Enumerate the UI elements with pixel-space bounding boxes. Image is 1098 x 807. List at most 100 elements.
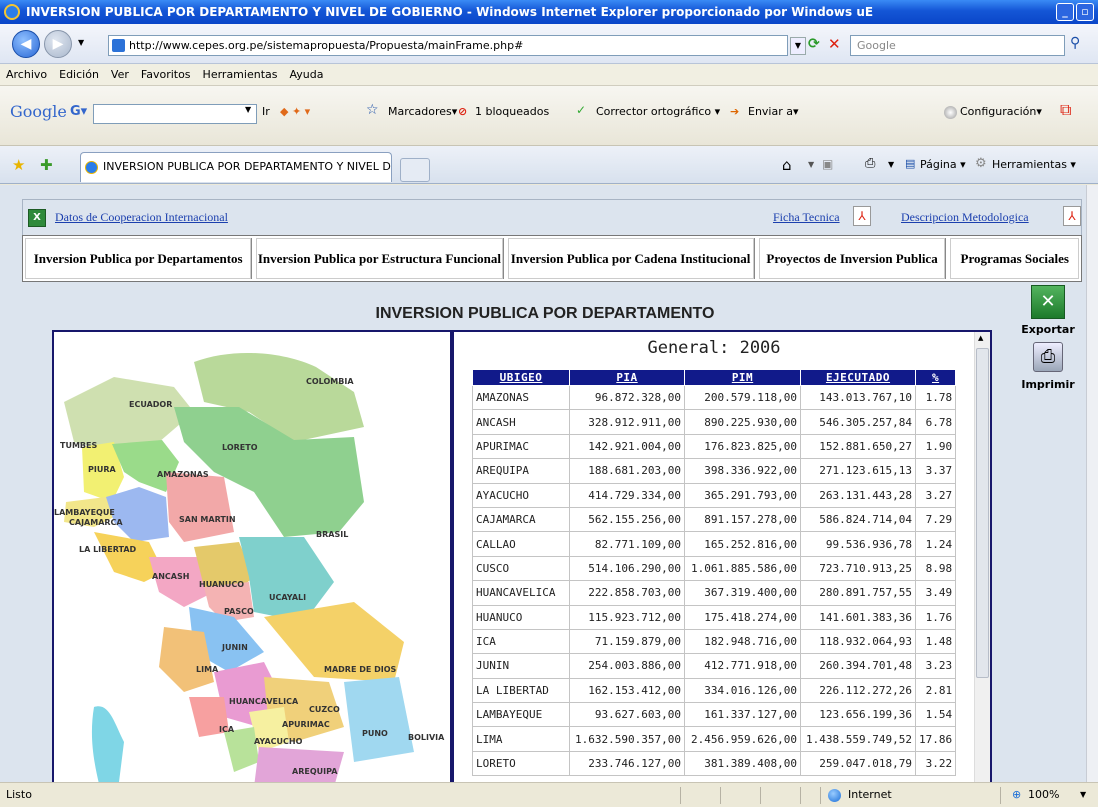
department-cell: HUANCAVELICA [472, 580, 570, 606]
descripcion-link[interactable]: Descripcion Metodologica [901, 210, 1029, 225]
value-cell: 381.389.408,00 [684, 750, 801, 777]
department-cell: AYACUCHO [472, 482, 570, 508]
scroll-thumb[interactable] [976, 348, 989, 678]
ficha-tecnica-link[interactable]: Ficha Tecnica [773, 210, 840, 225]
bookmarks-button[interactable]: Marcadores▾ [388, 105, 457, 118]
print-dropdown-icon[interactable]: ▼ [888, 160, 894, 169]
map-label-madre-de-dios: MADRE DE DIOS [324, 665, 397, 674]
value-cell: 118.932.064,93 [800, 628, 916, 655]
nav-tab-estructura-funcional[interactable]: Inversion Publica por Estructura Funcion… [256, 238, 504, 279]
window-title-bar: INVERSION PUBLICA POR DEPARTAMENTO Y NIV… [0, 0, 1098, 24]
tab-active[interactable]: INVERSION PUBLICA POR DEPARTAMENTO Y NIV… [80, 152, 392, 182]
zone-label: Internet [848, 788, 892, 801]
address-dropdown-icon[interactable]: ▼ [790, 37, 806, 55]
scroll-up-icon[interactable]: ▲ [978, 334, 983, 342]
back-button[interactable]: ◀ [12, 30, 40, 58]
zoom-dropdown-icon[interactable]: ▼ [1080, 783, 1086, 807]
history-dropdown-icon[interactable]: ▼ [78, 38, 84, 47]
value-cell: 562.155.256,00 [569, 506, 685, 533]
tab-label: INVERSION PUBLICA POR DEPARTAMENTO Y NIV… [103, 160, 392, 173]
menu-ayuda[interactable]: Ayuda [283, 64, 329, 86]
excel-export-icon[interactable]: ✕ [1031, 285, 1065, 319]
column-header[interactable]: EJECUTADO [800, 369, 916, 386]
menu-bar: Archivo Edición Ver Favoritos Herramientas Ay… [0, 64, 1098, 86]
popup-blocked-button[interactable]: 1 bloqueados [475, 105, 549, 118]
column-header[interactable]: PIA [569, 369, 685, 386]
pdf-toolbar-icon[interactable]: ⧉ [1060, 100, 1071, 120]
value-cell: 891.157.278,00 [684, 506, 801, 533]
map-label-lambayeque: LAMBAYEQUE [54, 508, 115, 517]
value-cell: 233.746.127,00 [569, 750, 685, 777]
department-cell: LIMA [472, 726, 570, 752]
printer-icon[interactable]: ⎙ [1033, 342, 1063, 372]
nav-tab-programas-sociales[interactable]: Programas Sociales [950, 238, 1079, 279]
map-label-tumbes: TUMBES [60, 441, 97, 450]
value-cell: 2.456.959.626,00 [684, 726, 801, 752]
settings-button[interactable]: Configuración▾ [960, 105, 1042, 118]
value-cell: 334.016.126,00 [684, 677, 801, 704]
export-label[interactable]: Exportar [1008, 323, 1088, 336]
cooperacion-link[interactable]: Datos de Cooperacion Internacional [55, 210, 228, 225]
value-cell: 142.921.004,00 [569, 433, 685, 460]
search-input[interactable]: Google [850, 35, 1065, 56]
table-scrollbar[interactable]: ▲ [974, 332, 990, 785]
table-row: ICA 71.159.879,00 182.948.716,00 118.932.06… [472, 628, 957, 655]
nav-tab-cadena-institucional[interactable]: Inversion Publica por Cadena Institucion… [508, 238, 755, 279]
menu-herramientas[interactable]: Herramientas [197, 64, 284, 86]
search-icon[interactable]: ⚲ [1070, 35, 1080, 51]
print-label[interactable]: Imprimir [1008, 378, 1088, 391]
nav-tab-departamentos[interactable]: Inversion Publica por Departamentos [25, 238, 253, 279]
home-icon[interactable]: ⌂ [782, 156, 792, 174]
maximize-button[interactable]: ▫ [1076, 3, 1094, 21]
new-tab-button[interactable] [400, 158, 430, 182]
page-title: INVERSION PUBLICA POR DEPARTAMENTO [375, 305, 715, 322]
table-row: LORETO 233.746.127,00 381.389.408,00 259.04… [472, 750, 957, 777]
map-label-huanuco: HUANUCO [199, 580, 244, 589]
google-go-button[interactable]: Ir [262, 105, 270, 118]
send-button[interactable]: Enviar a▾ [748, 105, 799, 118]
menu-archivo[interactable]: Archivo [0, 64, 53, 86]
refresh-icon[interactable]: ⟳ [808, 36, 820, 52]
column-header[interactable]: % [914, 369, 957, 386]
peru-map-graphic: COLOMBIA ECUADOR TUMBES LORETO PIURA AMA… [54, 332, 450, 785]
spellcheck-button[interactable]: Corrector ortográfico ▾ [596, 105, 720, 118]
address-bar[interactable]: http://www.cepes.org.pe/sistemapropuesta… [108, 35, 788, 56]
stop-icon[interactable]: ✕ [828, 35, 841, 53]
favorites-star-icon[interactable]: ★ [12, 156, 25, 174]
value-cell: 176.823.825,00 [684, 433, 801, 460]
tools-menu-button[interactable]: Herramientas ▾ [992, 158, 1076, 171]
minimize-button[interactable]: _ [1056, 3, 1074, 21]
pdf-icon[interactable]: ⅄ [853, 206, 871, 226]
google-g-icon[interactable]: G▾ [70, 104, 87, 119]
google-search-field[interactable] [93, 104, 257, 124]
google-extras-icon[interactable]: ◆ ✦ ▾ [280, 105, 310, 118]
menu-favoritos[interactable]: Favoritos [135, 64, 197, 86]
department-cell: CALLAO [472, 531, 570, 557]
pdf-icon[interactable]: ⅄ [1063, 206, 1081, 226]
page-menu-button[interactable]: Página ▾ [920, 158, 966, 171]
feeds-icon[interactable]: ▣ [822, 157, 833, 171]
value-cell: 3.22 [914, 750, 957, 777]
column-header[interactable]: PIM [684, 369, 801, 386]
value-cell: 96.872.328,00 [569, 384, 685, 411]
table-row: CUSCO 514.106.290,00 1.061.885.586,00 723.7… [472, 555, 957, 582]
menu-edicion[interactable]: Edición [53, 64, 105, 86]
column-header[interactable]: UBIGEO [472, 369, 570, 386]
forward-button[interactable]: ▶ [44, 30, 72, 58]
menu-ver[interactable]: Ver [105, 64, 135, 86]
bookmarks-star-icon[interactable]: ☆ [366, 102, 379, 118]
print-icon[interactable]: ⎙ [865, 156, 875, 171]
zoom-icon: ⊕ [1012, 788, 1022, 801]
page-scrollbar[interactable] [1086, 185, 1098, 782]
value-cell: 175.418.274,00 [684, 604, 801, 630]
nav-tab-proyectos[interactable]: Proyectos de Inversion Publica [759, 238, 947, 279]
table-row: LAMBAYEQUE 93.627.603,00 161.337.127,00 123… [472, 702, 957, 728]
value-cell: 3.27 [914, 482, 957, 508]
map-label-ica: ICA [219, 725, 235, 734]
value-cell: 17.86 [914, 726, 957, 752]
home-dropdown-icon[interactable]: ▼ [808, 160, 814, 169]
peru-map[interactable]: COLOMBIA ECUADOR TUMBES LORETO PIURA AMA… [52, 330, 452, 785]
google-field-dropdown-icon[interactable]: ▼ [245, 105, 251, 114]
zoom-level[interactable]: 100% [1028, 783, 1059, 807]
add-favorite-icon[interactable]: ✚ [40, 156, 53, 174]
